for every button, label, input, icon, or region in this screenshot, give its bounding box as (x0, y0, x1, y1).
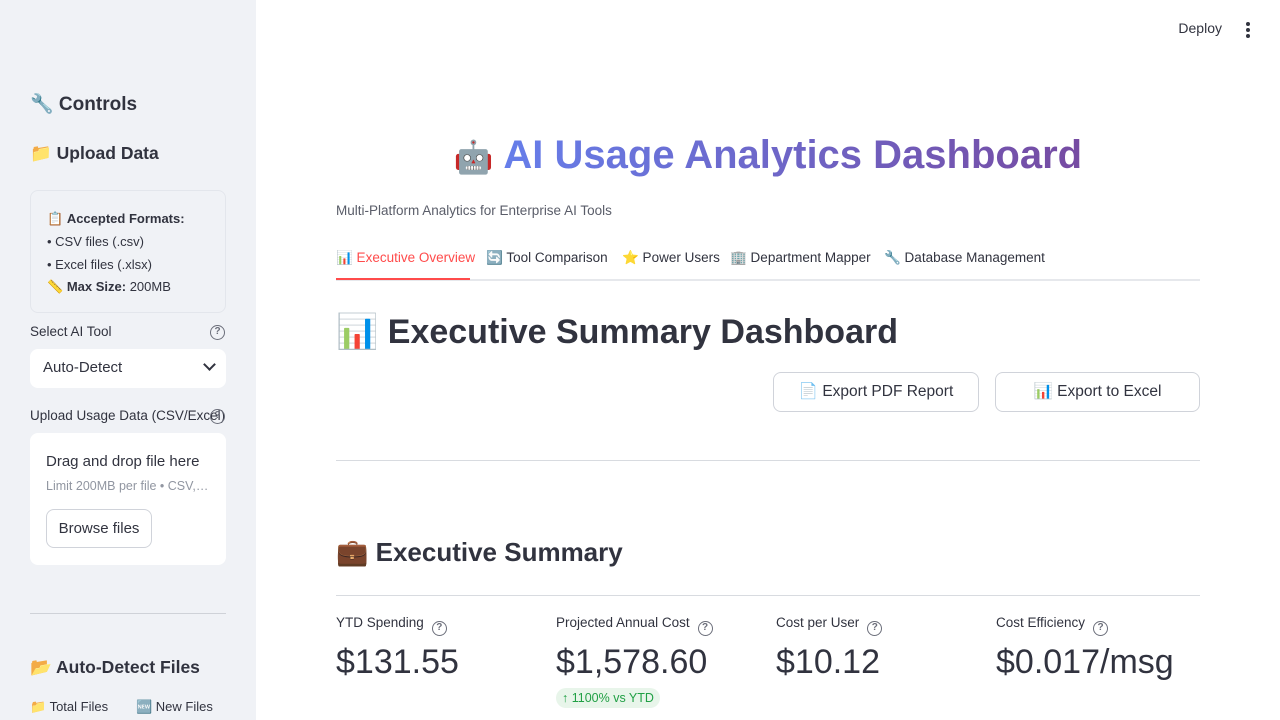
upload-data-heading: 📁 Upload Data (30, 143, 159, 163)
page-title-text: AI Usage Analytics Dashboard (503, 133, 1083, 177)
section-title: 📊 Executive Summary Dashboard (336, 313, 898, 351)
metric-value: $10.12 (776, 643, 880, 681)
active-tab-indicator (336, 278, 470, 280)
browse-files-button[interactable]: Browse files (46, 509, 152, 548)
metric-value: $1,578.60 (556, 643, 708, 681)
sidebar: 🔧 Controls 📁 Upload Data 📋 Accepted Form… (0, 0, 256, 720)
main-content: Deploy 🤖 AI Usage Analytics Dashboard Mu… (256, 0, 1280, 720)
file-dropzone[interactable]: Drag and drop file here Limit 200MB per … (30, 433, 226, 565)
metric-ytd-spending: YTD Spending? $131.55 (336, 615, 546, 682)
format-csv: • CSV files (.csv) (47, 234, 145, 250)
robot-icon: 🤖 (453, 138, 494, 176)
tab-department-mapper[interactable]: 🏢 Department Mapper (730, 250, 871, 266)
help-icon[interactable]: ? (1093, 621, 1109, 636)
page-subtitle: Multi-Platform Analytics for Enterprise … (336, 203, 612, 218)
help-icon[interactable]: ? (697, 621, 713, 636)
metric-cost-per-user: Cost per User? $10.12 (776, 615, 986, 682)
upload-usage-label: Upload Usage Data (CSV/Excel) (30, 408, 226, 423)
controls-heading: 🔧 Controls (30, 94, 138, 115)
total-files-label: 📁 Total Files (30, 699, 109, 714)
chevron-down-icon (203, 358, 216, 371)
formats-title: Accepted Formats: (66, 211, 185, 226)
metric-label: Projected Annual Cost (556, 615, 690, 630)
page-title: 🤖 AI Usage Analytics Dashboard (256, 133, 1280, 178)
metric-label: Cost Efficiency (996, 615, 1086, 630)
tab-executive-overview[interactable]: 📊 Executive Overview (336, 250, 475, 266)
new-files-label: 🆕 New Files (136, 699, 213, 714)
metric-projected-annual-cost: Projected Annual Cost? $1,578.60 ↑ 1100%… (556, 615, 766, 708)
export-excel-button[interactable]: 📊 Export to Excel (995, 372, 1200, 412)
divider (336, 460, 1200, 461)
tab-bar: 📊 Executive Overview 🔄 Tool Comparison ⭐… (336, 250, 1200, 281)
ruler-icon: 📏 (47, 279, 64, 295)
kebab-menu-icon[interactable] (1244, 22, 1252, 38)
help-icon[interactable]: ? (210, 325, 225, 340)
dropzone-limit: Limit 200MB per file • CSV, XLSX (46, 479, 210, 493)
help-icon[interactable]: ? (431, 621, 447, 636)
tab-database-management[interactable]: 🔧 Database Management (884, 250, 1045, 266)
metric-label: Cost per User (776, 615, 860, 630)
metric-value: $131.55 (336, 643, 459, 681)
format-excel: • Excel files (.xlsx) (47, 256, 152, 272)
help-icon[interactable]: ? (210, 409, 225, 424)
auto-detect-heading: 📂 Auto-Detect Files (30, 657, 200, 677)
deploy-button[interactable]: Deploy (1178, 20, 1222, 36)
max-size-label: Max Size: (66, 278, 127, 294)
metric-cost-efficiency: Cost Efficiency? $0.017/msg (996, 615, 1206, 682)
metric-label: YTD Spending (336, 615, 424, 630)
executive-summary-heading: 💼 Executive Summary (336, 537, 623, 567)
metric-value: $0.017/msg (996, 643, 1174, 681)
tab-power-users[interactable]: ⭐ Power Users (622, 250, 720, 266)
max-size-value: 200MB (129, 278, 171, 294)
help-icon[interactable]: ? (867, 621, 883, 636)
ai-tool-select-value: Auto-Detect (43, 359, 123, 376)
select-ai-tool-label: Select AI Tool (30, 324, 112, 339)
dropzone-title: Drag and drop file here (46, 453, 200, 470)
sidebar-divider (30, 613, 226, 614)
ai-tool-select[interactable]: Auto-Detect (30, 349, 226, 388)
export-pdf-button[interactable]: 📄 Export PDF Report (773, 372, 979, 412)
tab-tool-comparison[interactable]: 🔄 Tool Comparison (486, 250, 608, 266)
clipboard-icon: 📋 (47, 212, 64, 227)
accepted-formats-info: 📋 Accepted Formats: • CSV files (.csv) •… (30, 190, 226, 313)
divider (336, 595, 1200, 596)
metric-delta-badge: ↑ 1100% vs YTD (556, 688, 660, 708)
